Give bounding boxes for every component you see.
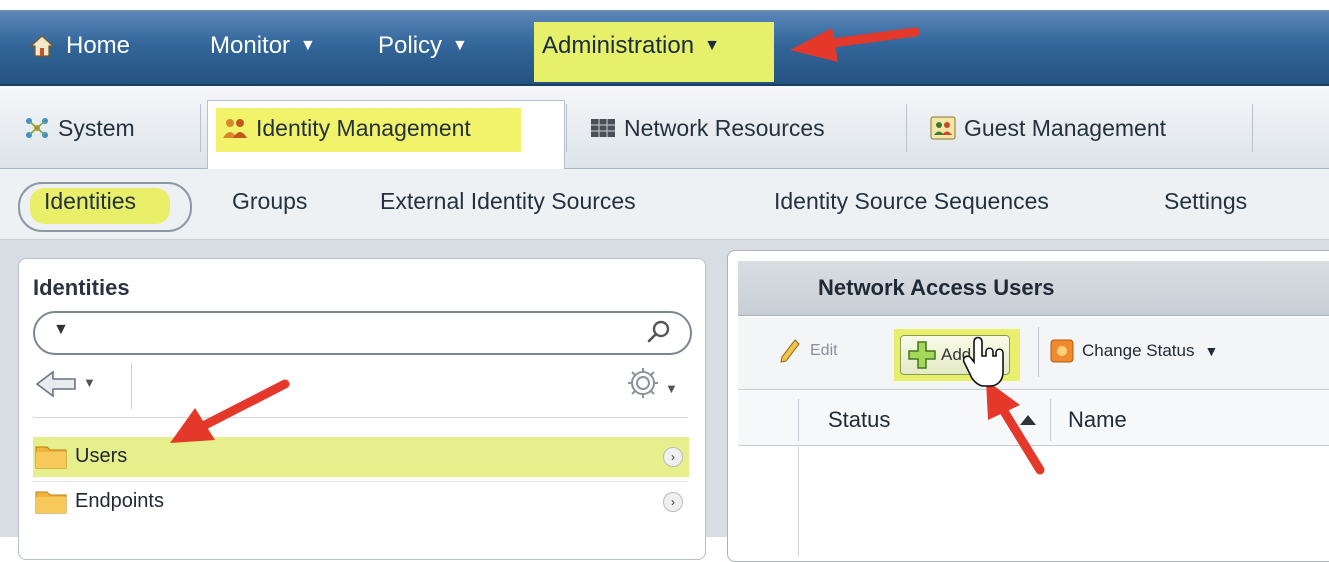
plus-icon — [908, 341, 936, 369]
back-arrow-icon[interactable] — [35, 369, 79, 399]
table-divider — [798, 447, 799, 557]
search-icon[interactable] — [646, 319, 672, 345]
column-divider — [1050, 399, 1051, 441]
add-button[interactable]: Add — [900, 335, 1010, 375]
tab-system-label: System — [58, 114, 135, 141]
folder-icon — [35, 491, 67, 514]
change-status-button[interactable]: Change Status ▼ — [1050, 339, 1218, 363]
network-access-users-panel: Network Access Users Edit Add Change Sta… — [727, 250, 1329, 562]
tab-guest-management-label: Guest Management — [964, 114, 1167, 141]
sort-ascending-icon[interactable] — [1020, 415, 1036, 425]
nav-home[interactable]: Home — [30, 32, 130, 60]
tab-network-resources[interactable]: Network Resources — [590, 106, 825, 150]
chevron-down-icon: ▼ — [452, 37, 468, 54]
toolbar-divider — [1038, 327, 1039, 377]
expand-arrow-icon[interactable]: › — [663, 447, 683, 467]
nav-administration-label: Administration — [542, 32, 695, 59]
identity-management-menu: Identities Groups External Identity Sour… — [0, 169, 1329, 240]
app-window: Home Monitor ▼ Policy ▼ Administration ▼… — [0, 10, 1329, 562]
menu-identity-source-sequences[interactable]: Identity Source Sequences — [774, 188, 1049, 215]
menu-external-identity-sources[interactable]: External Identity Sources — [380, 188, 636, 215]
tab-identity-management[interactable]: Identity Management — [222, 106, 471, 150]
top-nav: Home Monitor ▼ Policy ▼ Administration ▼ — [0, 12, 1329, 86]
menu-settings[interactable]: Settings — [1164, 188, 1247, 215]
folder-icon — [35, 446, 67, 469]
home-icon — [30, 35, 54, 57]
nav-monitor[interactable]: Monitor ▼ — [210, 32, 316, 60]
network-resources-icon — [591, 119, 615, 137]
change-status-icon — [1050, 339, 1074, 363]
system-icon — [26, 118, 48, 138]
users-toolbar: Edit Add Change Status ▼ — [738, 317, 1329, 390]
change-status-label: Change Status — [1082, 341, 1195, 360]
users-icon — [223, 119, 247, 138]
tab-guest-management[interactable]: Guest Management — [930, 106, 1166, 150]
search-filter-caret-icon[interactable]: ▼ — [53, 321, 69, 339]
column-name[interactable]: Name — [1068, 407, 1127, 433]
tab-identity-management-label: Identity Management — [256, 114, 471, 141]
nav-monitor-label: Monitor — [210, 32, 291, 59]
chevron-down-icon: ▼ — [704, 37, 720, 54]
tree-item-endpoints-label: Endpoints — [75, 490, 164, 512]
tab-system[interactable]: System — [24, 106, 135, 150]
panel-header: Network Access Users — [738, 261, 1329, 316]
tab-divider — [906, 104, 907, 152]
chevron-down-icon: ▼ — [300, 37, 316, 54]
nav-policy[interactable]: Policy ▼ — [378, 32, 468, 60]
tree-item-highlight — [33, 437, 689, 477]
nav-policy-label: Policy — [378, 32, 443, 59]
pencil-icon — [780, 339, 800, 363]
search-input[interactable]: ▼ — [33, 311, 692, 355]
table-body — [738, 447, 1329, 557]
expand-arrow-icon[interactable]: › — [663, 492, 683, 512]
chevron-down-icon: ▼ — [1204, 343, 1219, 359]
identities-toolbar: ▼ ▼ — [33, 359, 688, 418]
nav-administration[interactable]: Administration ▼ — [542, 32, 720, 60]
edit-button[interactable]: Edit — [780, 339, 838, 363]
menu-identities[interactable]: Identities — [44, 188, 136, 215]
tab-divider — [200, 104, 201, 152]
gear-icon[interactable] — [625, 365, 661, 401]
guest-icon — [930, 116, 956, 140]
column-divider — [798, 399, 799, 441]
toolbar-divider — [131, 363, 132, 409]
admin-subtabs: System Identity Management Network Resou… — [0, 86, 1329, 169]
identities-panel-title: Identities — [33, 275, 130, 300]
back-caret-icon[interactable]: ▼ — [83, 375, 96, 390]
tab-divider — [1252, 104, 1253, 152]
tab-divider — [566, 104, 567, 152]
tree-item-users[interactable]: Users › — [33, 437, 689, 477]
nav-home-label: Home — [66, 32, 131, 59]
gear-caret-icon[interactable]: ▼ — [665, 381, 678, 396]
tab-network-resources-label: Network Resources — [624, 114, 825, 141]
menu-groups[interactable]: Groups — [232, 188, 307, 215]
edit-button-label: Edit — [810, 342, 838, 359]
add-button-label: Add — [941, 345, 972, 364]
column-status[interactable]: Status — [828, 407, 890, 433]
panel-title: Network Access Users — [818, 275, 1055, 300]
table-header: Status Name — [738, 391, 1329, 446]
identities-panel: Identities ▼ ▼ ▼ Users › Endpoints › — [18, 258, 706, 560]
tree-item-users-label: Users — [75, 445, 128, 467]
tree-item-endpoints[interactable]: Endpoints › — [33, 481, 688, 522]
